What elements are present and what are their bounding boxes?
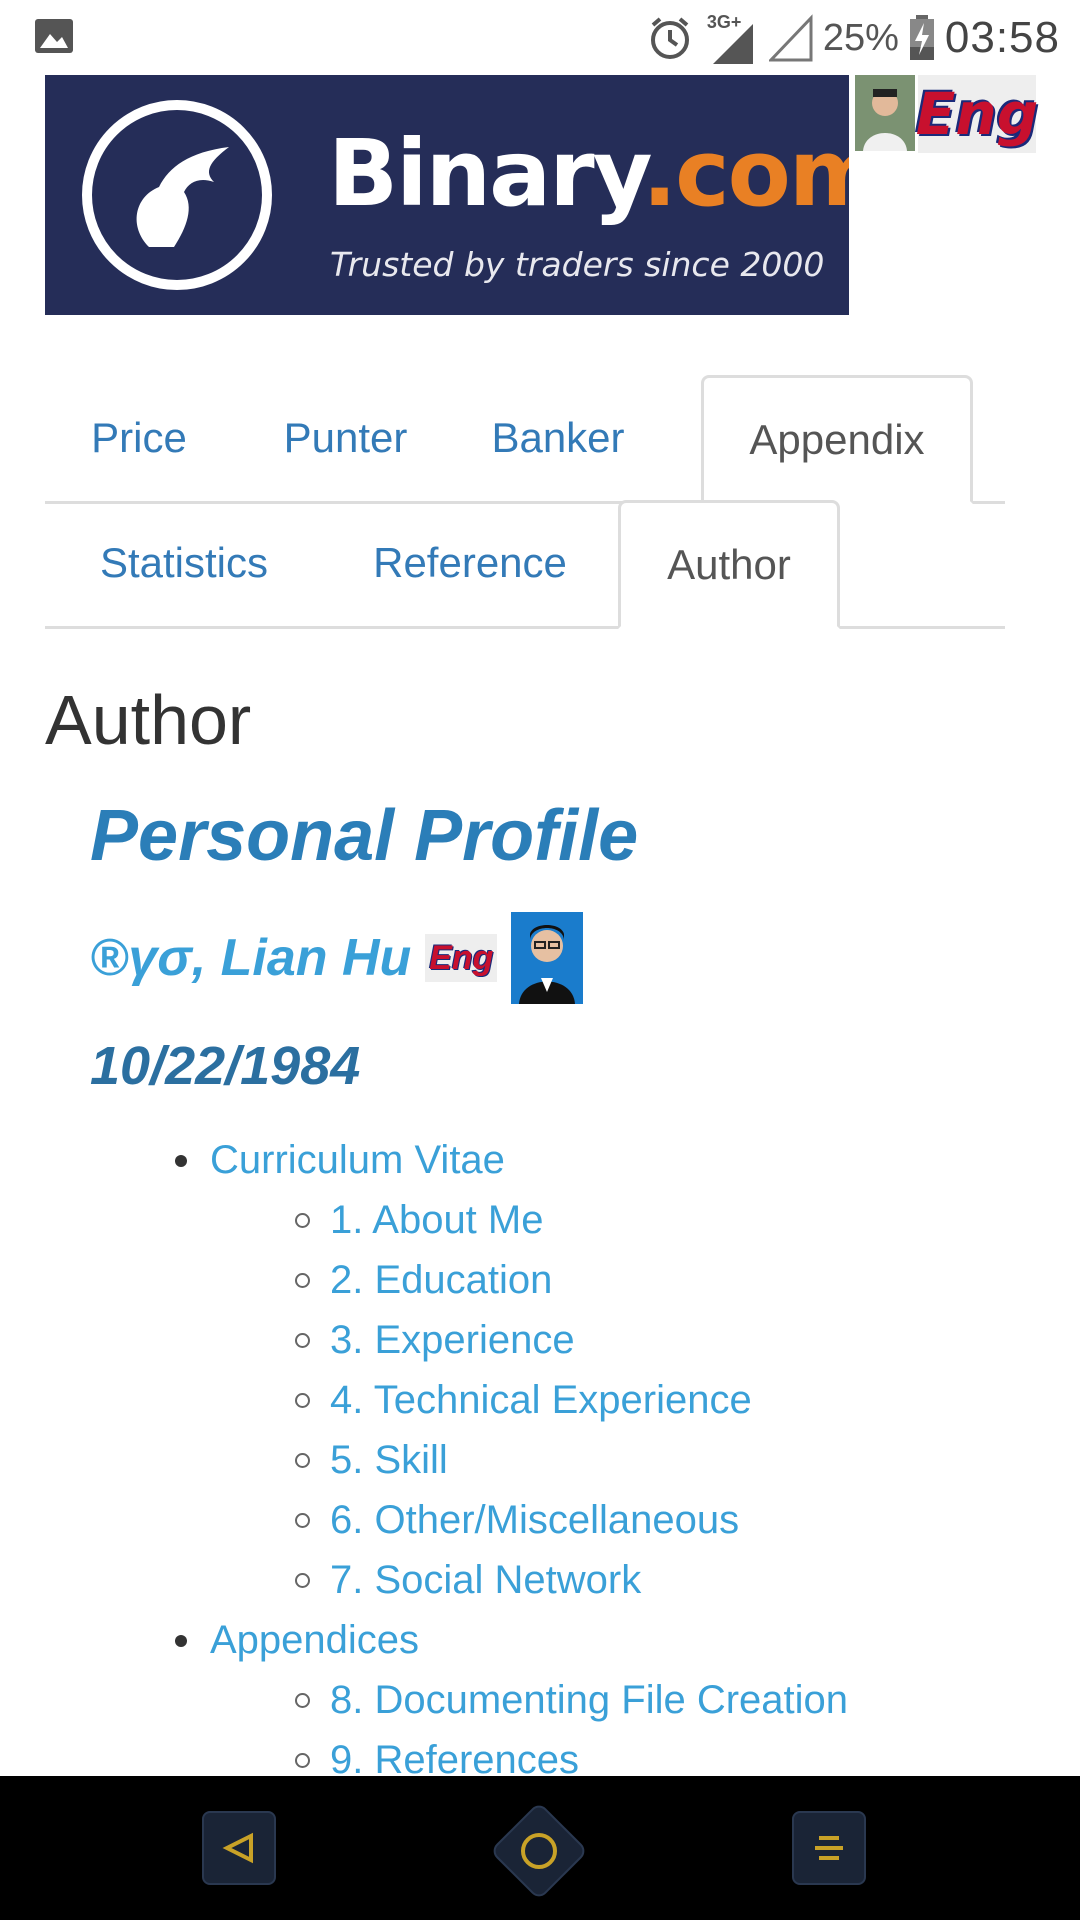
clock: 03:58	[944, 13, 1060, 62]
tab-author[interactable]: Author	[618, 500, 840, 629]
back-triangle-icon	[222, 1832, 253, 1864]
tab-price[interactable]: Price	[45, 375, 233, 501]
brand-suffix: .com	[642, 120, 849, 227]
menu-lines-icon	[815, 1836, 843, 1860]
tab-banker[interactable]: Banker	[458, 375, 658, 501]
cell-signal-icon: 3G+	[703, 10, 759, 66]
author-name-line: ®γσ, Lian Hu Eng	[90, 910, 584, 1006]
author-portrait[interactable]	[511, 912, 584, 1004]
toc-experience[interactable]: 3. Experience	[0, 1310, 1080, 1370]
battery-percent: 25%	[822, 16, 899, 59]
signal-empty-icon	[768, 14, 813, 62]
tab-row-primary: Price Punter Banker Appendix	[45, 375, 1005, 504]
toc-documenting-file-creation[interactable]: 8. Documenting File Creation	[0, 1670, 1080, 1730]
toc-curriculum-vitae[interactable]: Curriculum Vitae	[0, 1130, 1080, 1190]
author-photo-thumbnail[interactable]	[855, 75, 915, 151]
brand-name: Binary.com	[328, 120, 849, 227]
toc-skill[interactable]: 5. Skill	[0, 1430, 1080, 1490]
english-flag-label: Eng	[429, 938, 494, 977]
profile-heading: Personal Profile	[90, 796, 639, 876]
english-flag-icon[interactable]: Eng	[425, 934, 498, 982]
alarm-icon	[650, 17, 689, 59]
toc-social-network[interactable]: 7. Social Network	[0, 1550, 1080, 1610]
status-bar: 3G+ 25% 03:58	[0, 0, 1080, 74]
brand-main: Binary	[328, 120, 644, 227]
brand-tagline: Trusted by traders since 2000	[330, 245, 825, 284]
tab-appendix[interactable]: Appendix	[701, 375, 973, 504]
battery-charging-icon	[909, 15, 934, 60]
tab-reference[interactable]: Reference	[335, 500, 605, 626]
toc-about-me[interactable]: 1. About Me	[0, 1190, 1080, 1250]
toc-other-miscellaneous[interactable]: 6. Other/Miscellaneous	[0, 1490, 1080, 1550]
binary-com-banner[interactable]: Binary.com Trusted by traders since 2000	[45, 75, 849, 315]
toc-technical-experience[interactable]: 4. Technical Experience	[0, 1370, 1080, 1430]
table-of-contents: Curriculum Vitae 1. About Me 2. Educatio…	[0, 1130, 1080, 1790]
gallery-notification-icon	[35, 19, 73, 53]
birth-date: 10/22/1984	[90, 1036, 361, 1096]
tab-punter[interactable]: Punter	[248, 375, 443, 501]
toc-education[interactable]: 2. Education	[0, 1250, 1080, 1310]
recent-apps-button[interactable]	[792, 1811, 866, 1885]
back-button[interactable]	[202, 1811, 276, 1885]
bull-logo-icon	[82, 100, 272, 290]
english-badge-label: Eng	[915, 80, 1039, 148]
english-language-badge[interactable]: Eng	[915, 75, 1039, 153]
page-title: Author	[45, 681, 252, 759]
system-navigation-bar	[0, 1776, 1080, 1920]
tab-statistics[interactable]: Statistics	[45, 500, 323, 626]
toc-appendices[interactable]: Appendices	[0, 1610, 1080, 1670]
home-button[interactable]	[489, 1801, 589, 1901]
author-name: ®γσ, Lian Hu	[90, 929, 412, 987]
tab-row-secondary: Statistics Reference Author	[45, 500, 1005, 629]
home-circle-icon	[521, 1833, 557, 1869]
